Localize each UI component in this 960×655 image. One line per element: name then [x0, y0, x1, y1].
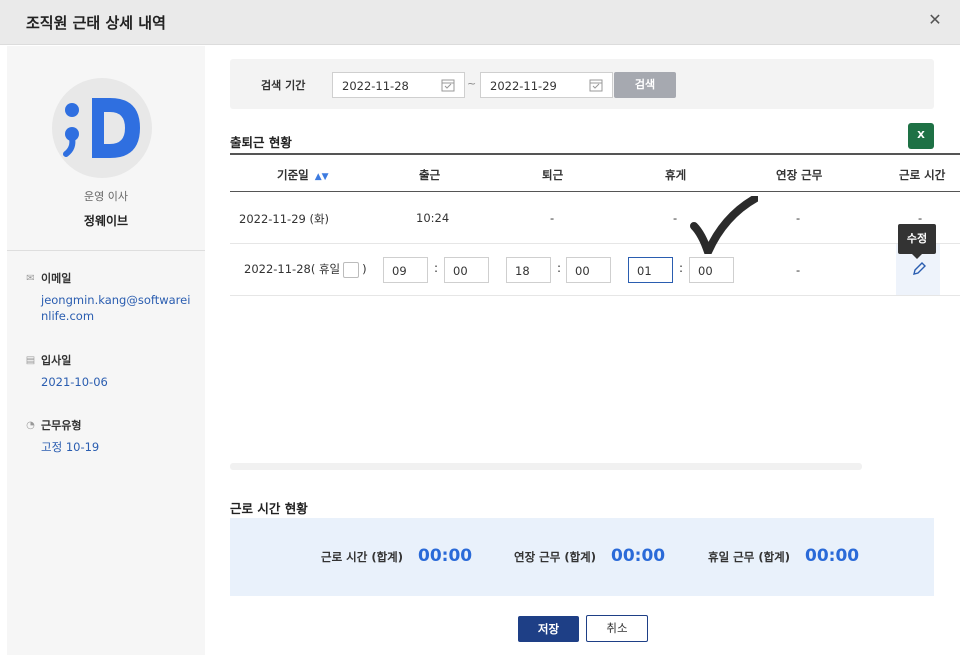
- sort-icon[interactable]: ▲▼: [315, 172, 329, 182]
- end-date-value: 2022-11-29: [490, 79, 557, 93]
- divider: [7, 250, 205, 251]
- col-overtime: 연장 근무: [776, 168, 823, 182]
- worktype-label: 근무유형: [41, 419, 82, 432]
- cancel-button[interactable]: 취소: [586, 615, 648, 642]
- in-hour-input[interactable]: 09: [383, 257, 428, 283]
- table-row: 2022-11-28( 휴일) 09 : 00 18 : 00 01 : 00 …: [230, 244, 960, 296]
- search-period-label: 검색 기간: [261, 79, 306, 92]
- summary-label: 근로 시간 (합계): [321, 550, 403, 564]
- out-minute-input[interactable]: 00: [566, 257, 611, 283]
- summary-value: 00:00: [805, 546, 860, 566]
- table-header: 기준일 ▲▼ 출근 퇴근 휴게 연장 근무 근로 시간: [230, 153, 960, 192]
- email-info: ✉ 이메일 jeongmin.kang@softwareinlife.com: [25, 270, 195, 324]
- logo-icon: [63, 98, 140, 158]
- summary-label: 연장 근무 (합계): [514, 550, 596, 564]
- start-date-value: 2022-11-28: [342, 79, 409, 93]
- hire-label: 입사일: [41, 354, 72, 367]
- out-hour-input[interactable]: 18: [506, 257, 551, 283]
- hire-info: ▤ 입사일 2021-10-06: [25, 352, 195, 390]
- summary-label: 휴일 근무 (합계): [708, 550, 790, 564]
- mail-icon: ✉: [26, 272, 35, 284]
- save-button[interactable]: 저장: [518, 616, 579, 642]
- search-button[interactable]: 검색: [614, 72, 676, 98]
- row-overtime: -: [796, 263, 801, 277]
- email-label: 이메일: [41, 272, 72, 285]
- summary-overtime: 연장 근무 (합계) 00:00: [514, 546, 665, 566]
- row-in: 10:24: [416, 211, 450, 225]
- dialog-header: 조직원 근태 상세 내역 ✕: [0, 0, 960, 45]
- calendar-icon[interactable]: [441, 78, 455, 92]
- worktype-info: ◔ 근무유형 고정 10-19: [25, 417, 195, 455]
- end-date-input[interactable]: 2022-11-29: [480, 72, 613, 98]
- row-work: -: [918, 211, 923, 225]
- break-hour-input[interactable]: 01: [628, 257, 673, 283]
- summary-work-hours: 근로 시간 (합계) 00:00: [321, 546, 472, 566]
- checkmark-icon: [690, 196, 758, 254]
- row-date: 2022-11-29 (화): [239, 212, 330, 226]
- profile-role: 운영 이사: [84, 190, 128, 203]
- calendar-icon: ▤: [25, 354, 36, 366]
- holiday-checkbox[interactable]: [343, 261, 360, 278]
- table-row: 2022-11-29 (화) 10:24 - - - -: [230, 192, 960, 244]
- calendar-icon[interactable]: [589, 78, 603, 92]
- break-minute-input[interactable]: 00: [689, 257, 734, 283]
- in-minute-input[interactable]: 00: [444, 257, 489, 283]
- profile-panel: 운영 이사 정웨이브 ✉ 이메일 jeongmin.kang@softwarein…: [7, 46, 205, 655]
- summary-holiday: 휴일 근무 (합계) 00:00: [708, 546, 859, 566]
- start-date-input[interactable]: 2022-11-28: [332, 72, 465, 98]
- clock-icon: ◔: [26, 419, 35, 431]
- attendance-table: 기준일 ▲▼ 출근 퇴근 휴게 연장 근무 근로 시간 2022-11-29 (화…: [230, 153, 960, 296]
- excel-download-icon[interactable]: X: [908, 123, 934, 149]
- profile-name: 정웨이브: [83, 214, 129, 228]
- col-out: 퇴근: [542, 168, 564, 182]
- row-overtime: -: [796, 211, 801, 225]
- avatar: [52, 78, 152, 178]
- summary-value: 00:00: [418, 546, 473, 566]
- date-tilde: ~: [467, 77, 477, 90]
- col-in: 출근: [419, 168, 441, 182]
- search-bar: 검색 기간 2022-11-28 ~ 2022-11-29 검색: [230, 59, 934, 109]
- email-value: jeongmin.kang@softwareinlife.com: [41, 293, 191, 323]
- edit-tooltip: 수정: [898, 224, 936, 259]
- row-out: -: [550, 211, 555, 225]
- row-break: -: [673, 211, 678, 225]
- col-work: 근로 시간: [899, 168, 946, 182]
- col-date[interactable]: 기준일 ▲▼: [277, 167, 329, 183]
- pencil-icon[interactable]: [911, 261, 927, 277]
- attendance-title: 출퇴근 현황: [230, 135, 292, 150]
- dialog-title: 조직원 근태 상세 내역: [26, 14, 166, 32]
- row-date: 2022-11-28( 휴일): [244, 261, 367, 278]
- work-summary-title: 근로 시간 현황: [230, 501, 308, 516]
- summary-value: 00:00: [611, 546, 666, 566]
- worktype-value: 고정 10-19: [41, 440, 100, 454]
- hire-date-value: 2021-10-06: [41, 375, 108, 389]
- work-summary-box: 근로 시간 (합계) 00:00 연장 근무 (합계) 00:00 휴일 근무 …: [230, 518, 934, 596]
- close-icon[interactable]: ✕: [926, 10, 944, 30]
- horizontal-scrollbar[interactable]: [230, 463, 862, 470]
- col-break: 휴게: [665, 168, 687, 182]
